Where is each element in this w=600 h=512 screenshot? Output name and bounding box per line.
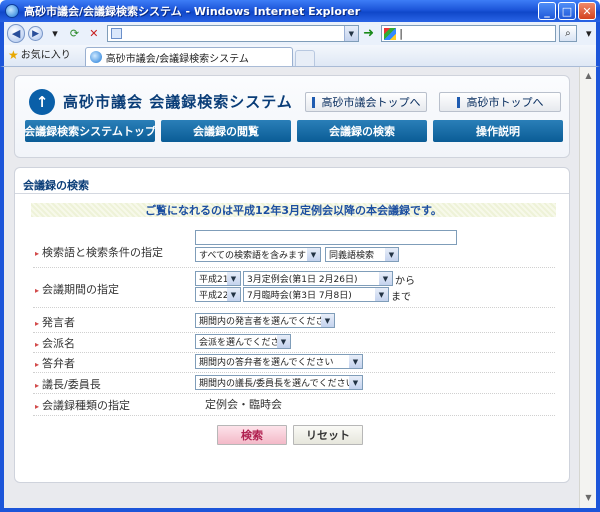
- council-top-link[interactable]: 高砂市議会トップへ: [305, 92, 427, 112]
- faction-select[interactable]: 会派を選んでください▼: [195, 334, 291, 349]
- close-button[interactable]: ✕: [578, 2, 596, 20]
- search-button[interactable]: 検索: [217, 425, 287, 445]
- keyword-input[interactable]: [195, 230, 457, 245]
- menu-search-records[interactable]: 会議録の検索: [297, 120, 427, 142]
- row-divider: [33, 332, 555, 333]
- search-magnifier-icon[interactable]: ⌕: [559, 25, 577, 42]
- scroll-up-icon[interactable]: ▲: [582, 69, 595, 82]
- record-type-value: 定例会・臨時会: [205, 398, 282, 411]
- period-from-year-select[interactable]: 平成21年▼: [195, 271, 241, 286]
- search-panel: 会議録の検索 ご覧になれるのは平成12年3月定例会以降の本会議録です。 検索語と…: [14, 167, 570, 483]
- menu-system-top[interactable]: 会議録検索システムトップ: [24, 120, 156, 142]
- window-frame-bottom: [0, 508, 600, 512]
- city-emblem-icon: ↑: [29, 89, 55, 115]
- section-title: 会議録の検索: [23, 179, 89, 192]
- refresh-icon[interactable]: ⟳: [67, 26, 81, 41]
- speaker-select[interactable]: 期間内の発言者を選んでください ▼: [195, 313, 335, 328]
- new-tab-button[interactable]: [294, 50, 315, 66]
- page-viewport: ↑ 高砂市議会 会議録検索システム 高砂市議会トップへ 高砂市トップへ 会議録検…: [4, 67, 579, 508]
- address-dropdown-icon[interactable]: ▼: [343, 26, 358, 41]
- forward-icon[interactable]: ▶: [28, 26, 43, 41]
- chevron-down-icon: ▼: [277, 335, 290, 348]
- chevron-down-icon: ▼: [349, 355, 362, 368]
- search-options-icon[interactable]: ▾: [582, 26, 596, 41]
- period-from-session-select[interactable]: 3月定例会(第1日 2月26日) ▼: [243, 271, 393, 286]
- favorites-star-icon[interactable]: ★: [8, 48, 19, 62]
- browser-navbar: ◀ ▶ ▾ ⟳ ✕ ▼ ➜ | ⌕ ▾: [0, 22, 600, 45]
- period-to-year-select[interactable]: 平成22年▼: [195, 287, 241, 302]
- search-provider-icon: [384, 27, 397, 40]
- chevron-down-icon: ▼: [349, 376, 362, 389]
- site-header: ↑ 高砂市議会 会議録検索システム 高砂市議会トップへ 高砂市トップへ 会議録検…: [14, 75, 570, 158]
- stop-icon[interactable]: ✕: [87, 26, 101, 41]
- back-icon[interactable]: ◀: [7, 24, 26, 43]
- period-to-suffix: まで: [391, 292, 411, 303]
- chevron-down-icon: ▼: [385, 248, 398, 261]
- maximize-button[interactable]: □: [558, 2, 576, 20]
- chevron-down-icon: ▼: [227, 272, 240, 285]
- tab-bar: ★ お気に入り 高砂市議会/会議録検索システム: [0, 45, 600, 67]
- period-from-suffix: から: [395, 276, 415, 287]
- period-label: 会議期間の指定: [35, 281, 119, 297]
- chair-label: 議長/委員長: [35, 376, 101, 392]
- row-divider: [33, 352, 555, 353]
- row-divider: [33, 393, 555, 394]
- tab-title: 高砂市議会/会議録検索システム: [105, 53, 249, 65]
- site-title: 高砂市議会 会議録検索システム: [63, 93, 293, 111]
- search-input[interactable]: |: [399, 27, 555, 40]
- chevron-down-icon: ▼: [375, 288, 388, 301]
- period-to-session-select[interactable]: 7月臨時会(第3日 7月8日) ▼: [243, 287, 389, 302]
- respondent-select[interactable]: 期間内の答弁者を選んでください ▼: [195, 354, 363, 369]
- speaker-label: 発言者: [35, 314, 75, 330]
- menu-browse-records[interactable]: 会議録の閲覧: [161, 120, 291, 142]
- row-divider: [33, 267, 555, 268]
- window-controls: _ □ ✕: [538, 2, 596, 20]
- chevron-down-icon: ▼: [321, 314, 334, 327]
- vertical-scrollbar[interactable]: ▲ ▼: [579, 67, 596, 508]
- record-type-label: 会議録種類の指定: [35, 397, 130, 413]
- window-titlebar: 高砂市議会/会議録検索システム - Windows Internet Explo…: [0, 0, 600, 22]
- synonym-select[interactable]: 同義語検索 ▼: [325, 247, 399, 262]
- go-arrow-icon[interactable]: ➜: [362, 26, 375, 41]
- chevron-down-icon: ▼: [227, 288, 240, 301]
- page-icon: [111, 28, 123, 39]
- chevron-down-icon: ▼: [307, 248, 320, 261]
- availability-notice: ご覧になれるのは平成12年3月定例会以降の本会議録です。: [31, 203, 556, 217]
- favorites-label[interactable]: お気に入り: [21, 46, 71, 61]
- city-top-link[interactable]: 高砂市トップへ: [439, 92, 561, 112]
- minimize-button[interactable]: _: [538, 2, 556, 20]
- dropdown-arrow-icon[interactable]: ▾: [48, 26, 62, 41]
- tab-current[interactable]: 高砂市議会/会議録検索システム: [84, 47, 293, 66]
- chair-select[interactable]: 期間内の議長/委員長を選んでください ▼: [195, 375, 363, 390]
- address-bar[interactable]: ▼: [107, 25, 359, 42]
- reset-button[interactable]: リセット: [293, 425, 363, 445]
- window-title: 高砂市議会/会議録検索システム - Windows Internet Explo…: [24, 5, 361, 18]
- keyword-mode-select[interactable]: すべての検索語を含みます ▼: [195, 247, 321, 262]
- row-divider: [33, 307, 555, 308]
- faction-label: 会派名: [35, 335, 75, 351]
- ie-icon: [5, 4, 19, 18]
- keyword-label: 検索語と検索条件の指定: [35, 244, 163, 260]
- section-divider: [15, 193, 569, 194]
- window-frame-right: [596, 67, 600, 512]
- tab-page-icon: [89, 51, 102, 63]
- chevron-down-icon: ▼: [379, 272, 392, 285]
- search-box[interactable]: |: [381, 25, 557, 42]
- respondent-label: 答弁者: [35, 355, 75, 371]
- row-divider: [33, 372, 555, 373]
- menu-instructions[interactable]: 操作説明: [433, 120, 563, 142]
- scroll-down-icon[interactable]: ▼: [582, 491, 595, 504]
- row-divider: [33, 415, 555, 416]
